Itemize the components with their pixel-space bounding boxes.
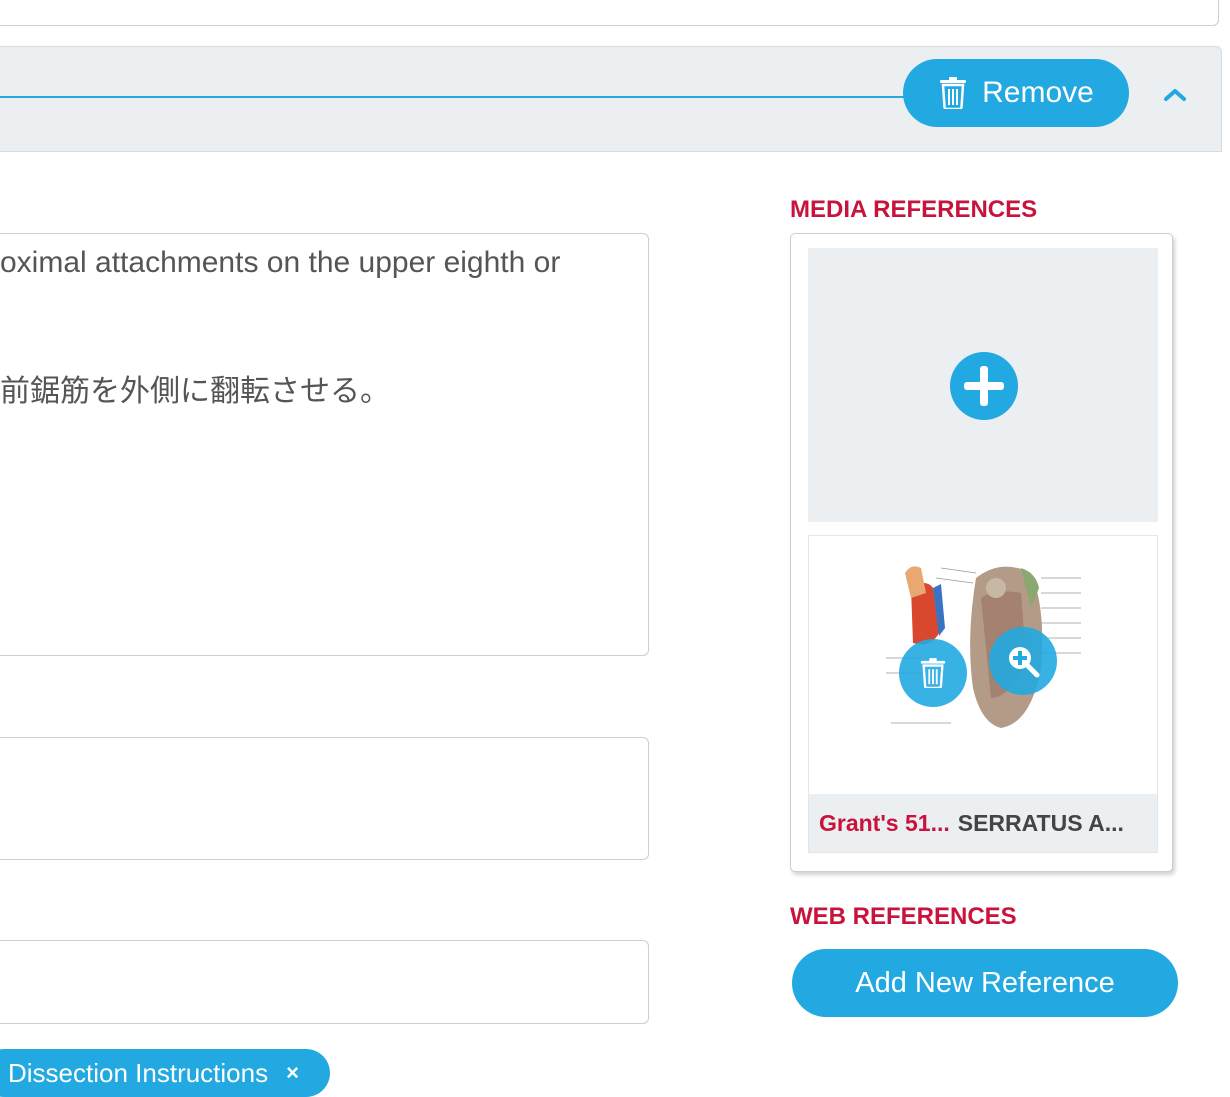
media-title: SERRATUS A...: [957, 809, 1124, 836]
zoom-media-button[interactable]: [989, 627, 1057, 695]
description-text-japanese: 前鋸筋を外側に翻転させる。: [0, 375, 390, 408]
trash-icon: [940, 77, 967, 109]
media-caption: Grant's 51... SERRATUS A...: [809, 794, 1157, 852]
plus-circle-icon: [950, 352, 1018, 420]
secondary-textarea[interactable]: [0, 737, 649, 860]
tag-dissection-instructions: Dissection Instructions ×: [0, 1049, 330, 1097]
trash-icon: [920, 658, 946, 688]
description-textarea[interactable]: [0, 233, 649, 656]
media-source: Grant's 51...: [819, 809, 950, 836]
header-title-underline: [0, 96, 905, 98]
tag-label: Dissection Instructions: [8, 1057, 269, 1088]
add-media-button[interactable]: [808, 248, 1158, 522]
remove-button[interactable]: Remove: [903, 59, 1129, 127]
delete-media-button[interactable]: [899, 639, 967, 707]
anatomy-thumbnail: [881, 548, 1091, 728]
media-item[interactable]: Grant's 51... SERRATUS A...: [808, 535, 1158, 853]
web-references-heading: WEB REFERENCES: [790, 903, 1017, 930]
zoom-in-icon: [1009, 647, 1040, 678]
add-new-reference-button[interactable]: Add New Reference: [792, 949, 1178, 1017]
tags-input[interactable]: [0, 940, 649, 1024]
tag-remove-icon[interactable]: ×: [286, 1060, 299, 1086]
chevron-up-icon[interactable]: [1160, 82, 1190, 106]
remove-button-label: Remove: [982, 76, 1094, 109]
description-text-english: oximal attachments on the upper eighth o…: [0, 246, 561, 279]
previous-panel: [0, 0, 1219, 26]
media-references-heading: MEDIA REFERENCES: [790, 196, 1038, 223]
